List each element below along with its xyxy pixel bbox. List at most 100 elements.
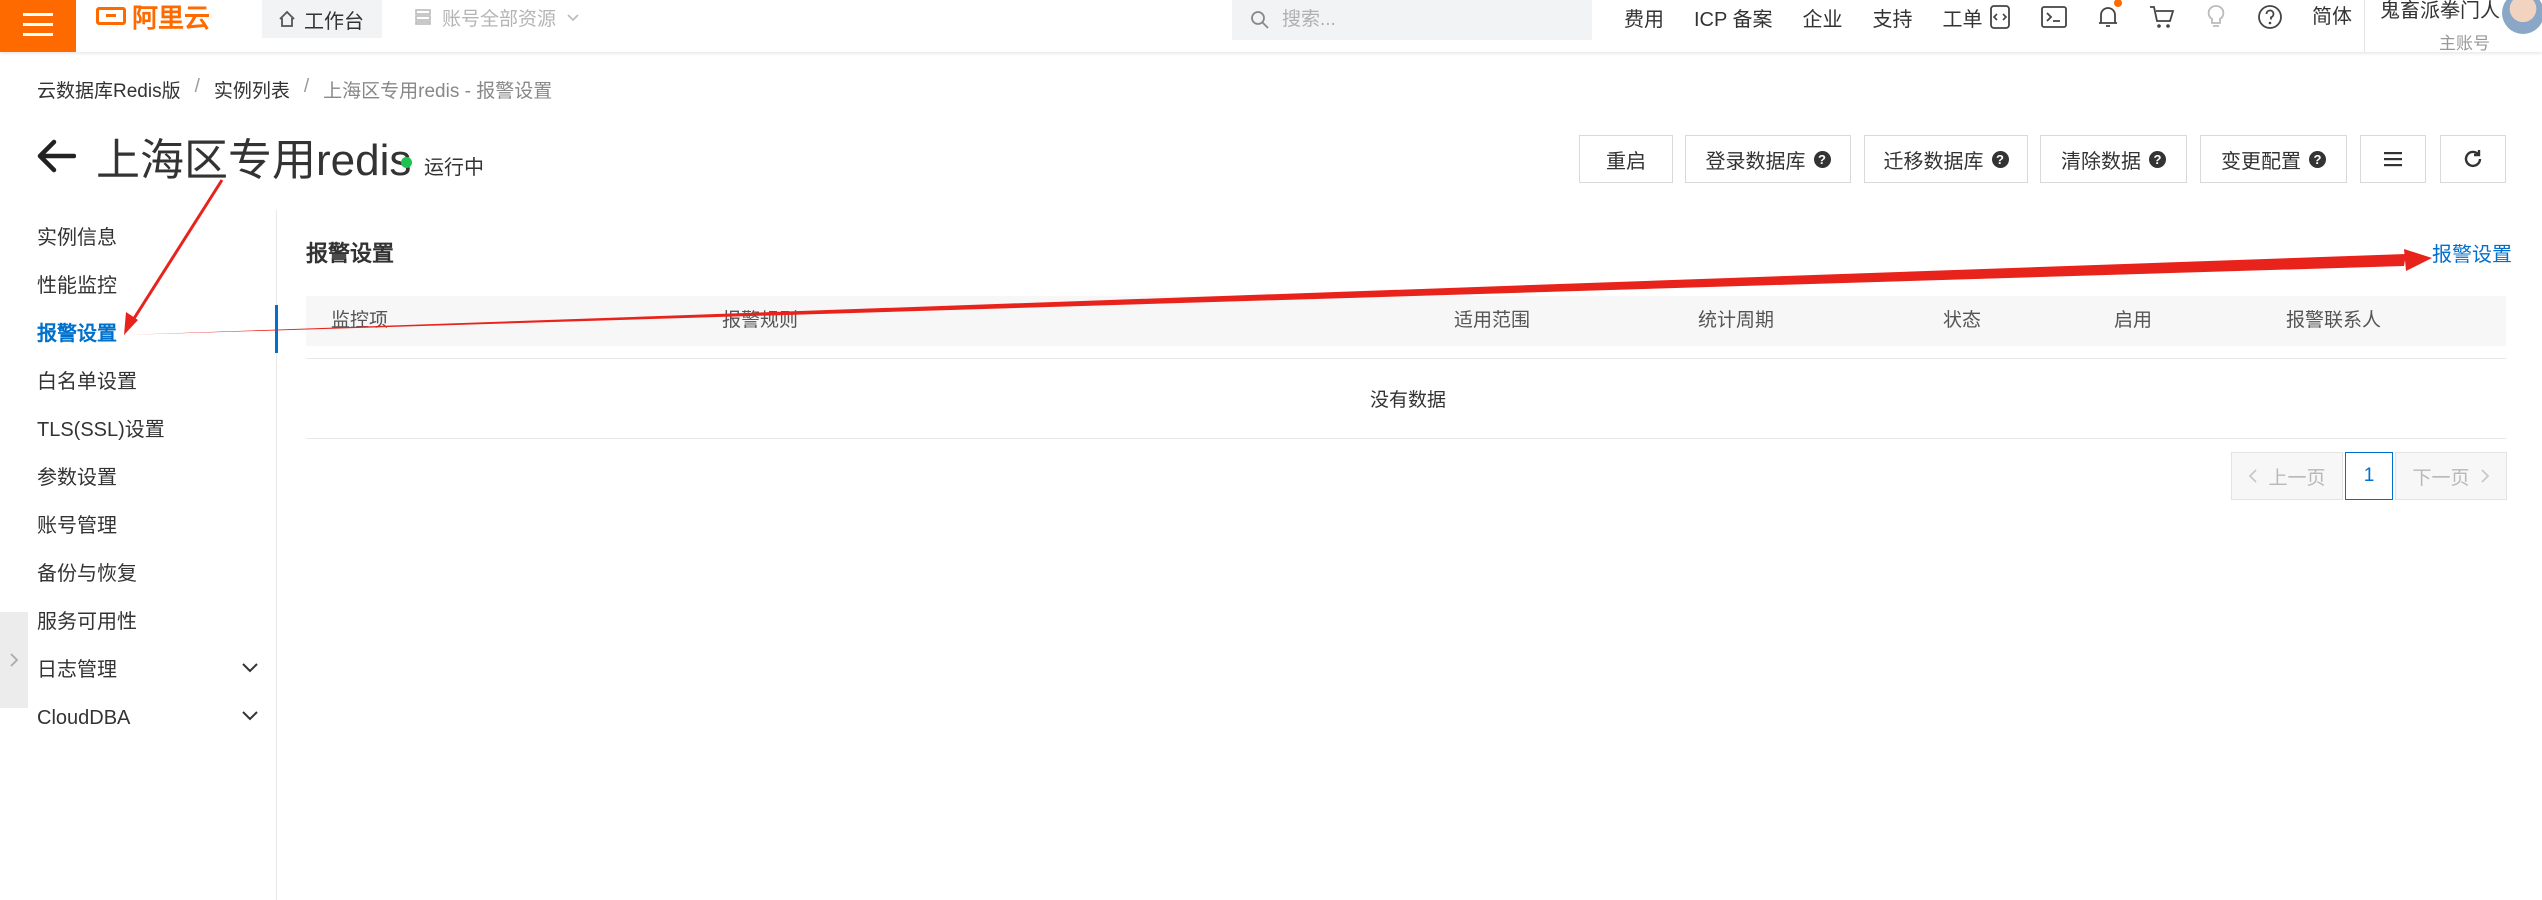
chevron-down-icon xyxy=(567,14,579,22)
help-icon[interactable] xyxy=(2256,3,2284,31)
hamburger-menu-button[interactable] xyxy=(0,0,76,52)
top-nav-icons xyxy=(1986,0,2284,34)
sidebar-item-accounts[interactable]: 账号管理 xyxy=(37,511,117,541)
nav-link-ticket[interactable]: 工单 xyxy=(1943,3,1983,32)
sidebar-item-whitelist[interactable]: 白名单设置 xyxy=(37,367,137,397)
sidebar-item-performance[interactable]: 性能监控 xyxy=(37,271,117,301)
question-icon: ? xyxy=(2309,150,2326,168)
column-header-scope: 适用范围 xyxy=(1454,310,1531,331)
workbench-button[interactable]: 工作台 xyxy=(262,0,382,38)
sidebar-item-tls[interactable]: TLS(SSL)设置 xyxy=(37,415,165,445)
table-divider xyxy=(306,358,2506,359)
status-indicator xyxy=(401,157,412,168)
restart-button[interactable]: 重启 xyxy=(1579,135,1673,183)
prev-page-button[interactable]: 上一页 xyxy=(2231,452,2343,500)
language-switch[interactable]: 简体 xyxy=(2312,0,2352,34)
question-icon: ? xyxy=(1813,150,1831,168)
question-icon: ? xyxy=(1991,150,2009,168)
home-icon xyxy=(279,10,295,27)
arrow-left-icon xyxy=(37,139,77,173)
cart-icon[interactable] xyxy=(2148,3,2176,31)
account-role: 主账号 xyxy=(2439,34,2490,53)
breadcrumb-separator: / xyxy=(194,76,200,97)
sidebar-item-parameters[interactable]: 参数设置 xyxy=(37,463,117,493)
code-icon[interactable] xyxy=(1986,3,2014,31)
alarm-settings-link[interactable]: 报警设置 xyxy=(2432,238,2512,267)
breadcrumb-item-instances[interactable]: 实例列表 xyxy=(214,76,290,103)
search-input[interactable] xyxy=(1280,8,1564,32)
resource-scope-label: 账号全部资源 xyxy=(442,8,557,30)
nav-link-billing[interactable]: 费用 xyxy=(1624,3,1664,32)
current-page-label: 1 xyxy=(2363,465,2375,486)
active-item-indicator xyxy=(275,305,278,353)
list-icon xyxy=(2384,152,2402,167)
annotation-arrowhead xyxy=(2404,249,2432,271)
login-database-button[interactable]: 登录数据库 ? xyxy=(1685,135,1851,183)
column-header-status: 状态 xyxy=(1943,310,1982,331)
nav-link-support[interactable]: 支持 xyxy=(1873,3,1913,32)
prev-page-label: 上一页 xyxy=(2268,467,2326,489)
chevron-left-icon xyxy=(2249,469,2258,483)
clear-data-button[interactable]: 清除数据 ? xyxy=(2040,135,2187,183)
next-page-label: 下一页 xyxy=(2412,467,2470,489)
login-database-label: 登录数据库 xyxy=(1705,150,1806,173)
breadcrumb-item-current: 上海区专用redis - 报警设置 xyxy=(323,81,553,102)
clear-data-label: 清除数据 xyxy=(2061,150,2141,173)
page-title: 上海区专用redis xyxy=(96,136,412,185)
notification-dot xyxy=(2114,0,2122,7)
column-header-metric: 监控项 xyxy=(331,310,389,331)
annotation-arrowhead xyxy=(124,312,138,335)
nav-link-icp[interactable]: ICP 备案 xyxy=(1694,3,1773,32)
chevron-down-icon[interactable] xyxy=(240,658,260,678)
table-empty-message: 没有数据 xyxy=(1370,390,1447,411)
breadcrumb-separator: / xyxy=(303,76,310,97)
column-header-enabled: 启用 xyxy=(2114,310,2153,331)
sidebar-item-instance-info[interactable]: 实例信息 xyxy=(37,223,117,253)
account-name: 鬼畜派拳门人 xyxy=(2380,0,2500,22)
change-config-button[interactable]: 变更配置 ? xyxy=(2200,135,2347,183)
stack-icon xyxy=(415,9,431,25)
chevron-right-icon xyxy=(2480,469,2489,483)
change-config-label: 变更配置 xyxy=(2221,150,2301,173)
chevron-right-icon xyxy=(10,653,19,667)
breadcrumb-item-redis[interactable]: 云数据库Redis版 xyxy=(37,76,181,103)
avatar[interactable] xyxy=(2502,0,2542,34)
top-nav-links: 费用 ICP 备案 企业 支持 工单 xyxy=(1624,0,2013,34)
table-header: 监控项 报警规则 适用范围 统计周期 状态 启用 报警联系人 xyxy=(306,296,2506,346)
sidebar-item-alarm-settings[interactable]: 报警设置 xyxy=(37,319,117,349)
next-page-button[interactable]: 下一页 xyxy=(2395,452,2507,500)
logo-text: 阿里云 xyxy=(132,2,211,33)
menu-icon xyxy=(23,13,53,36)
migrate-database-button[interactable]: 迁移数据库 ? xyxy=(1864,135,2028,183)
aliyun-logo-mark-icon xyxy=(96,7,126,25)
refresh-icon xyxy=(2464,150,2482,168)
sidebar-item-availability[interactable]: 服务可用性 xyxy=(37,607,137,637)
chevron-down-icon[interactable] xyxy=(240,706,260,726)
back-button[interactable] xyxy=(36,138,77,174)
refresh-button[interactable] xyxy=(2440,135,2506,183)
account-menu[interactable]: 鬼畜派拳门人 主账号 xyxy=(2380,0,2500,54)
column-header-rule: 报警规则 xyxy=(722,310,799,331)
workbench-label: 工作台 xyxy=(304,10,364,33)
column-header-contacts: 报警联系人 xyxy=(2286,310,2382,331)
resource-scope-dropdown[interactable]: 账号全部资源 xyxy=(414,0,580,34)
annotation-arrow-line xyxy=(126,179,224,329)
page-number-button[interactable]: 1 xyxy=(2345,452,2393,500)
terminal-icon[interactable] xyxy=(2040,3,2068,31)
more-actions-button[interactable] xyxy=(2360,135,2426,183)
table-divider xyxy=(306,438,2506,439)
sidebar-item-logs[interactable]: 日志管理 xyxy=(37,655,117,685)
topbar-divider xyxy=(2364,0,2365,52)
question-icon: ? xyxy=(2149,150,2166,168)
lightbulb-icon[interactable] xyxy=(2202,3,2230,31)
breadcrumb: 云数据库Redis版 / 实例列表 / 上海区专用redis - 报警设置 xyxy=(37,76,552,103)
global-search[interactable] xyxy=(1232,0,1592,40)
section-title: 报警设置 xyxy=(306,241,395,266)
aliyun-logo[interactable]: 阿里云 xyxy=(96,0,211,33)
sidebar-collapse-handle[interactable] xyxy=(0,612,28,708)
bell-icon[interactable] xyxy=(2094,0,2122,31)
column-header-period: 统计周期 xyxy=(1698,310,1775,331)
sidebar-item-clouddba[interactable]: CloudDBA xyxy=(37,703,130,733)
sidebar-item-backup[interactable]: 备份与恢复 xyxy=(37,559,137,589)
nav-link-enterprise[interactable]: 企业 xyxy=(1803,3,1843,32)
